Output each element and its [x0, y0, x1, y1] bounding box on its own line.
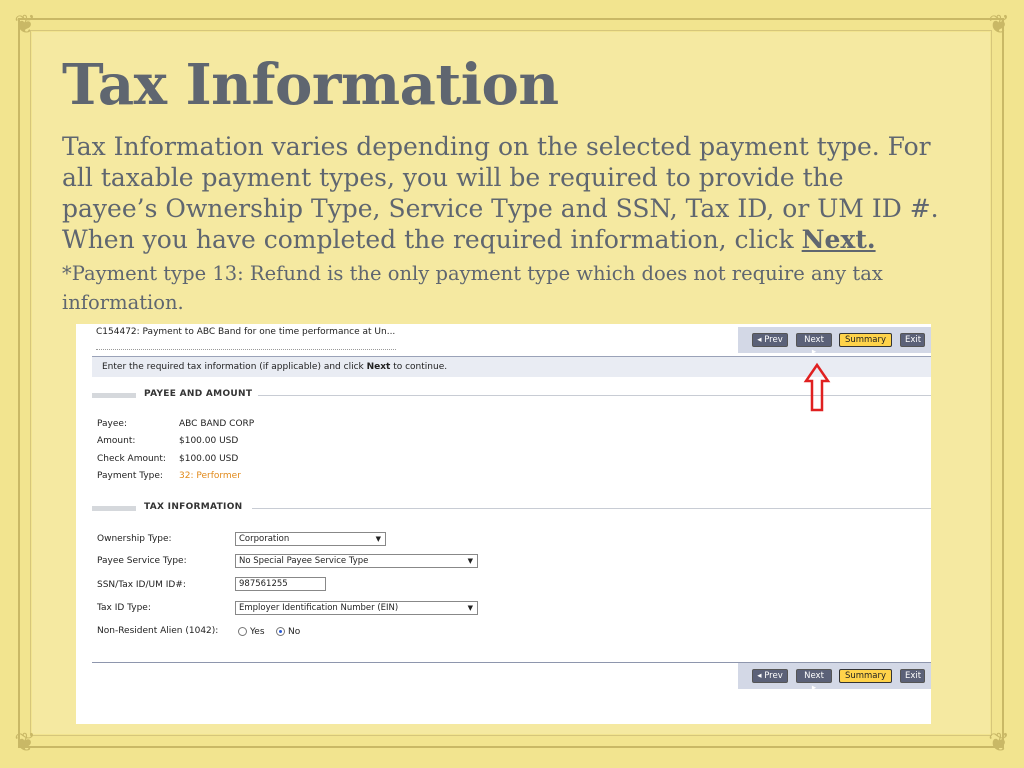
ownership-type-select[interactable]: Corporation ▼ — [235, 532, 386, 546]
exit-button[interactable]: Exit — [900, 669, 925, 683]
next-button[interactable]: Next ▸ — [796, 669, 832, 693]
bottom-button-bar: ◂ Prev Next ▸ Summary Exit — [738, 663, 931, 693]
chevron-down-icon: ▼ — [467, 557, 473, 565]
instruction-next-word: Next — [366, 362, 391, 372]
instruction-text-end: to continue. — [390, 362, 448, 372]
next-button[interactable]: Next ▸ — [796, 333, 832, 357]
section-rule — [252, 508, 931, 509]
amount-value: $100.00 USD — [179, 436, 239, 446]
slide-intro: Tax Information varies depending on the … — [62, 131, 942, 255]
summary-button[interactable]: Summary — [839, 669, 892, 683]
slide-title: Tax Information — [62, 52, 559, 118]
slide-note: *Payment type 13: Refund is the only pay… — [62, 262, 883, 314]
amount-label: Amount: — [97, 436, 136, 446]
ornament-icon: ❦ — [988, 728, 1010, 758]
payee-value: ABC BAND CORP — [179, 419, 255, 429]
ssn-label: SSN/Tax ID/UM ID#: — [97, 580, 186, 590]
service-type-select[interactable]: No Special Payee Service Type ▼ — [235, 554, 478, 568]
payment-header: C154472: Payment to ABC Band for one tim… — [96, 327, 396, 350]
alien-no-label: No — [288, 627, 301, 637]
payment-type-label: Payment Type: — [97, 471, 163, 481]
tax-section-heading: TAX INFORMATION — [92, 502, 931, 514]
check-amount-value: $100.00 USD — [179, 454, 239, 464]
ownership-type-value: Corporation — [239, 534, 290, 544]
chevron-down-icon: ▼ — [467, 604, 473, 612]
ornament-icon: ❦ — [14, 10, 36, 40]
section-label: TAX INFORMATION — [144, 502, 243, 512]
tax-id-type-value: Employer Identification Number (EIN) — [239, 603, 399, 613]
check-amount-label: Check Amount: — [97, 454, 166, 464]
payee-label: Payee: — [97, 419, 127, 429]
chevron-down-icon: ▼ — [375, 535, 381, 543]
ornament-icon: ❦ — [14, 728, 36, 758]
ssn-input[interactable]: 987561255 — [235, 577, 326, 591]
exit-button[interactable]: Exit — [900, 333, 925, 347]
prev-button[interactable]: ◂ Prev — [752, 333, 788, 347]
section-bar — [92, 393, 136, 398]
service-type-label: Payee Service Type: — [97, 556, 187, 566]
tax-id-type-label: Tax ID Type: — [97, 603, 151, 613]
payment-type-value: 32: Performer — [179, 471, 241, 481]
prev-button[interactable]: ◂ Prev — [752, 669, 788, 683]
service-type-value: No Special Payee Service Type — [239, 556, 369, 566]
alien-yes-radio[interactable] — [238, 627, 247, 636]
tax-id-type-select[interactable]: Employer Identification Number (EIN) ▼ — [235, 601, 478, 615]
alien-yes-label: Yes — [250, 627, 265, 637]
top-button-bar: ◂ Prev Next ▸ Summary Exit — [738, 327, 931, 357]
alien-label: Non-Resident Alien (1042): — [97, 626, 219, 636]
alien-no-radio[interactable] — [276, 627, 285, 636]
section-label: PAYEE AND AMOUNT — [144, 389, 253, 399]
summary-button[interactable]: Summary — [839, 333, 892, 347]
section-bar — [92, 506, 136, 511]
annotation-up-arrow-icon — [803, 362, 831, 412]
ownership-label: Ownership Type: — [97, 534, 172, 544]
instruction-text: Enter the required tax information (if a… — [102, 362, 367, 372]
ornament-icon: ❦ — [988, 10, 1010, 40]
intro-next-word: Next. — [801, 225, 876, 254]
